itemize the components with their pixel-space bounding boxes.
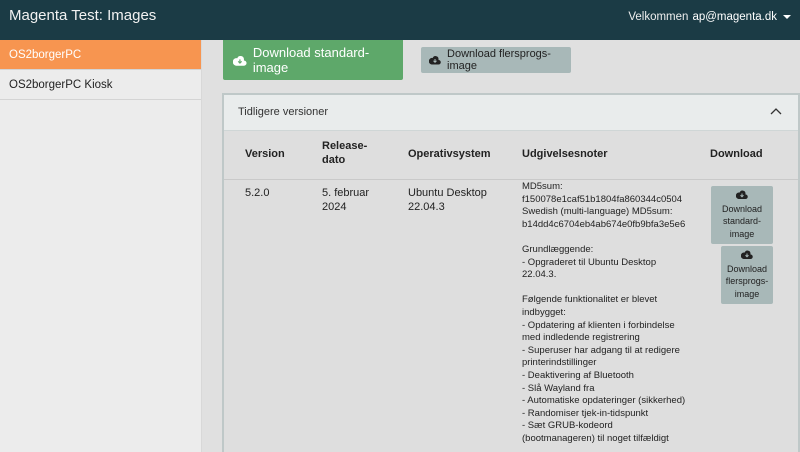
- note-line: - Randomiser tjek-in-tidspunkt: [522, 407, 649, 419]
- app-title[interactable]: Magenta Test: Images: [9, 7, 156, 24]
- row-download-multi-button[interactable]: Download flersprogs- image: [721, 246, 773, 304]
- column-header-download: Download: [710, 148, 763, 160]
- download-multilanguage-image-button[interactable]: Download flersprogs-image: [421, 47, 571, 73]
- row-os-line1: Ubuntu Desktop: [408, 187, 487, 199]
- release-date-line2: dato: [322, 154, 346, 166]
- note-line: med indledende registrering: [522, 332, 640, 344]
- note-line: 22.04.3.: [522, 269, 557, 281]
- cloud-download-icon: [735, 190, 748, 199]
- row-os: Ubuntu Desktop 22.04.3: [408, 186, 487, 214]
- note-line: - Deaktivering af Bluetooth: [522, 369, 634, 381]
- note-line: - Slå Wayland fra: [522, 382, 595, 394]
- row-os-line2: 22.04.3: [408, 201, 445, 213]
- cloud-download-icon: [740, 250, 753, 259]
- previous-versions-panel: Tidligere versioner Version Release- dat…: [222, 93, 800, 452]
- note-line: MD5sum:: [522, 181, 563, 192]
- note-line: (bootmanageren) til noget tilfældigt: [522, 432, 669, 444]
- row-date-line2: 2024: [322, 201, 347, 213]
- note-line: - Automatiske opdateringer (sikkerhed): [522, 395, 686, 407]
- download-multi-text: Download: [726, 263, 768, 274]
- note-line: - Sæt GRUB-kodeord: [522, 420, 613, 432]
- row-date-line1: 5. februar: [322, 187, 370, 199]
- table-row-separator: [224, 179, 798, 180]
- sidebar: OS2borgerPC OS2borgerPC Kiosk: [0, 40, 202, 452]
- note-line: - Opgraderet til Ubuntu Desktop: [522, 256, 657, 268]
- download-standard-image-button[interactable]: Download standard-image: [223, 40, 403, 80]
- previous-versions-title: Tidligere versioner: [238, 106, 329, 118]
- download-standard-label: Download standard-image: [252, 45, 370, 75]
- row-release-date: 5. februar 2024: [322, 186, 369, 214]
- row-download-standard-button[interactable]: Download standard- image: [711, 186, 773, 244]
- row-version: 5.2.0: [245, 187, 270, 199]
- note-gap: [522, 231, 697, 244]
- download-standard-text: image: [729, 228, 755, 239]
- note-line: - Opdatering af klienten i forbindelse: [522, 319, 675, 331]
- welcome-text: Velkommen: [628, 11, 689, 23]
- caret-down-icon[interactable]: [783, 15, 791, 19]
- download-standard-text: standard-: [722, 216, 762, 226]
- release-date-line1: Release-: [322, 140, 368, 152]
- note-line: f150078e1caf51b1804fa860344c0504: [522, 193, 683, 205]
- cloud-download-icon: [429, 56, 441, 65]
- user-email[interactable]: ap@magenta.dk: [692, 11, 777, 23]
- previous-versions-header[interactable]: Tidligere versioner: [224, 95, 798, 131]
- sidebar-item-os2borgerpc-kiosk[interactable]: OS2borgerPC Kiosk: [0, 70, 201, 100]
- note-gap: [522, 282, 697, 295]
- note-line: - Superuser har adgang til at redigere: [522, 344, 680, 356]
- note-line: Swedish (multi-language) MD5sum:: [522, 206, 673, 218]
- column-header-notes: Udgivelsesnoter: [522, 148, 608, 160]
- note-line: Grundlæggende:: [522, 243, 594, 255]
- note-line: indbygget:: [522, 306, 566, 318]
- user-menu[interactable]: Velkommen ap@magenta.dk: [628, 11, 791, 23]
- main-content: Download standard-image Download flerspr…: [202, 40, 800, 452]
- download-standard-text: Download: [721, 203, 763, 214]
- column-header-version: Version: [245, 148, 285, 160]
- download-multi-text: flersprogs-: [725, 276, 769, 286]
- download-multi-label: Download flersprogs-image: [447, 48, 551, 72]
- note-line: b14dd4c6704eb4ab674e0fb9bfa3e5e6: [522, 218, 686, 230]
- column-header-os: Operativsystem: [408, 148, 491, 160]
- chevron-up-icon[interactable]: [770, 107, 782, 115]
- note-line: Følgende funktionalitet er blevet: [522, 294, 658, 306]
- note-line: printerindstillinger: [522, 357, 597, 369]
- download-multi-text: image: [734, 288, 760, 299]
- release-notes: MD5sum: f150078e1caf51b1804fa860344c0504…: [522, 181, 697, 445]
- top-navbar: Magenta Test: Images Velkommen ap@magent…: [0, 0, 800, 40]
- sidebar-item-os2borgerpc[interactable]: OS2borgerPC: [0, 40, 201, 70]
- column-header-release-date: Release- dato: [322, 139, 367, 167]
- cloud-download-icon: [233, 55, 247, 66]
